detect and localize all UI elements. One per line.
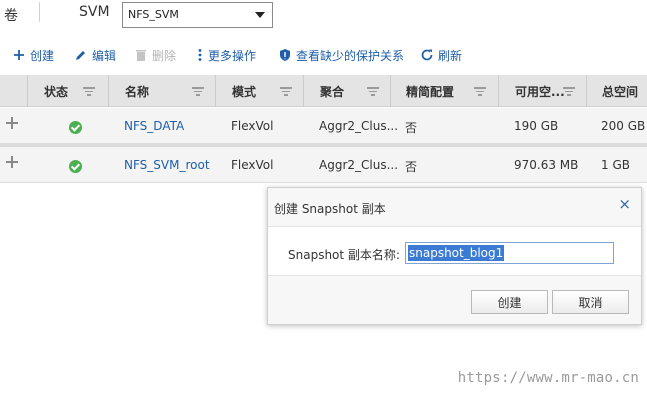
- dialog-footer: 创建 取消: [268, 275, 641, 324]
- dialog-header: 创建 Snapshot 副本 ×: [268, 188, 641, 227]
- thin-provisioning-cell: 否: [405, 160, 418, 174]
- edit-button-label: 编辑: [92, 48, 117, 63]
- aggregate-cell: Aggr2_Clus...: [319, 119, 399, 133]
- total-space-cell: 200 GB: [601, 119, 646, 133]
- view-missing-protection-button[interactable]: 查看缺少的保护关系: [278, 46, 404, 64]
- column-header-mode[interactable]: 模式: [215, 75, 303, 107]
- column-header-name[interactable]: 名称: [108, 75, 215, 107]
- column-header-available-space[interactable]: 可用空...: [498, 75, 586, 107]
- cancel-button[interactable]: 取消: [552, 290, 629, 314]
- status-ok-icon: [69, 121, 82, 134]
- svm-select-value: NFS_SVM: [128, 8, 179, 21]
- total-space-cell: 1 GB: [601, 158, 630, 172]
- close-icon[interactable]: ×: [618, 197, 631, 212]
- column-header-status[interactable]: 状态: [27, 75, 108, 107]
- delete-button-label: 删除: [152, 48, 177, 63]
- column-header-total-space-label: 总空间: [602, 85, 639, 99]
- table-row[interactable]: NFS_SVM_root FlexVol Aggr2_Clus... 否 970…: [0, 147, 647, 183]
- aggregate-cell: Aggr2_Clus...: [319, 158, 399, 172]
- top-bar: 卷 SVM NFS_SVM: [0, 0, 647, 34]
- column-header-aggregate-label: 聚合: [320, 85, 345, 99]
- expand-icon[interactable]: [6, 156, 18, 168]
- column-header-status-label: 状态: [44, 85, 69, 99]
- filter-icon[interactable]: [563, 87, 575, 96]
- snapshot-name-label: Snapshot 副本名称:: [288, 248, 400, 262]
- create-snapshot-button[interactable]: 创建: [471, 290, 548, 314]
- svm-label: SVM: [79, 4, 110, 20]
- column-header-available-space-label: 可用空...: [515, 85, 565, 99]
- edit-button[interactable]: 编辑: [74, 46, 116, 64]
- volume-title: 卷: [4, 8, 18, 24]
- thin-provisioning-cell: 否: [405, 121, 418, 135]
- watermark-text: https://www.mr-mao.cn: [457, 370, 639, 386]
- table-header: 状态 名称 模式 聚合 精简配置 可用空... 总空间: [0, 75, 647, 107]
- column-header-thin-provisioning[interactable]: 精简配置: [390, 75, 498, 107]
- filter-icon[interactable]: [474, 87, 486, 96]
- filter-icon[interactable]: [280, 87, 292, 96]
- pencil-icon: [74, 48, 88, 62]
- trash-icon: [134, 48, 148, 62]
- mode-cell: FlexVol: [231, 158, 274, 172]
- column-header-name-label: 名称: [125, 85, 150, 99]
- dialog-title: 创建 Snapshot 副本: [274, 202, 386, 216]
- create-button-label: 创建: [30, 48, 55, 63]
- snapshot-name-input[interactable]: snapshot_blog1: [405, 242, 614, 264]
- expand-icon[interactable]: [6, 117, 18, 129]
- refresh-icon: [420, 48, 434, 62]
- more-vertical-icon: [196, 48, 204, 62]
- chevron-down-icon: [255, 12, 265, 18]
- more-actions-button[interactable]: 更多操作: [196, 46, 256, 64]
- svm-select[interactable]: NFS_SVM: [122, 2, 273, 28]
- create-snapshot-dialog: 创建 Snapshot 副本 × Snapshot 副本名称: snapshot…: [267, 187, 642, 325]
- column-header-aggregate[interactable]: 聚合: [303, 75, 390, 107]
- delete-button[interactable]: 删除: [134, 46, 176, 64]
- table-row[interactable]: NFS_DATA FlexVol Aggr2_Clus... 否 190 GB …: [0, 108, 647, 144]
- create-button[interactable]: 创建: [12, 46, 54, 64]
- shield-icon: [278, 48, 292, 62]
- filter-icon[interactable]: [192, 87, 204, 96]
- topbar-divider: [39, 2, 40, 22]
- filter-icon[interactable]: [83, 87, 95, 96]
- status-ok-icon: [69, 160, 82, 173]
- available-space-cell: 970.63 MB: [514, 158, 579, 172]
- volume-name-link[interactable]: NFS_SVM_root: [124, 158, 210, 172]
- available-space-cell: 190 GB: [514, 119, 559, 133]
- toolbar: 创建 编辑 删除 更多操作 查看缺少的保护关系 刷新: [0, 40, 647, 68]
- refresh-button-label: 刷新: [438, 48, 463, 63]
- more-actions-label: 更多操作: [208, 48, 257, 63]
- column-header-mode-label: 模式: [232, 85, 257, 99]
- plus-icon: [12, 48, 26, 62]
- volume-name-link[interactable]: NFS_DATA: [124, 119, 184, 133]
- mode-cell: FlexVol: [231, 119, 274, 133]
- column-header-thin-provisioning-label: 精简配置: [406, 85, 455, 99]
- filter-icon[interactable]: [367, 87, 379, 96]
- view-missing-protection-label: 查看缺少的保护关系: [296, 48, 405, 63]
- refresh-button[interactable]: 刷新: [420, 46, 462, 64]
- column-header-total-space[interactable]: 总空间: [586, 75, 647, 107]
- snapshot-name-value: snapshot_blog1: [408, 245, 505, 261]
